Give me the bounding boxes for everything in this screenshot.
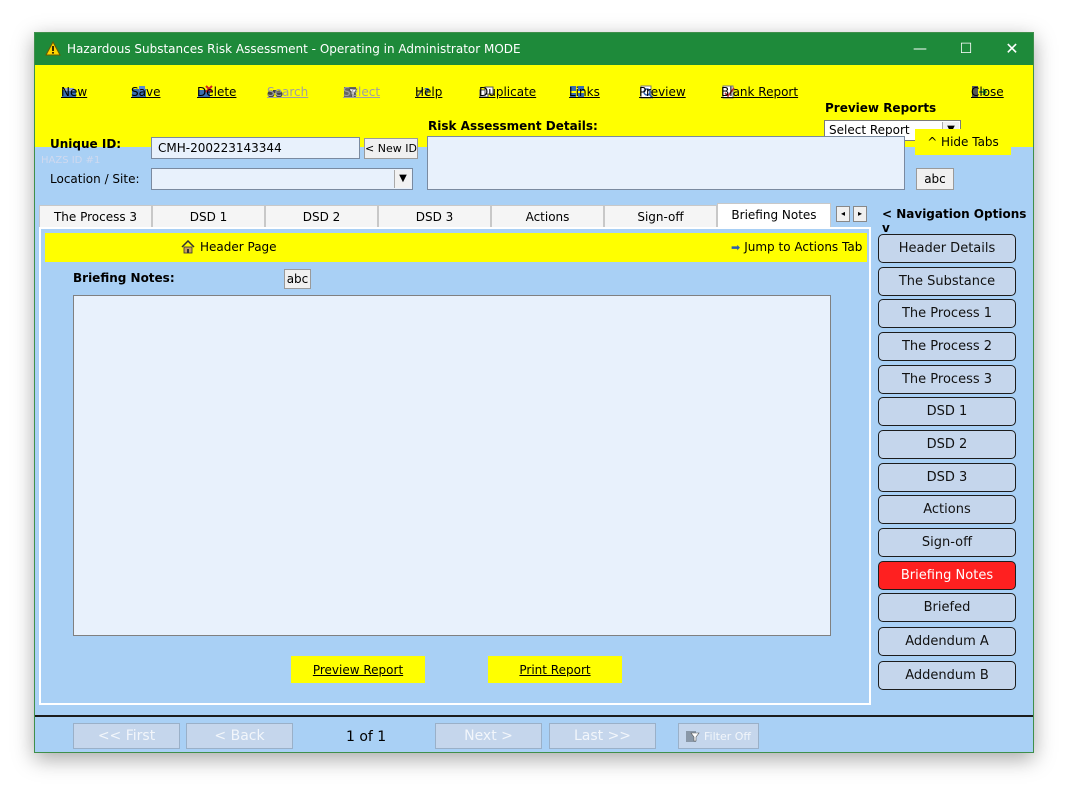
close-button[interactable]: Close xyxy=(971,79,1004,105)
search-button[interactable]: Search xyxy=(267,79,308,105)
nav-addendum-b[interactable]: Addendum B xyxy=(878,661,1016,690)
preview-button[interactable]: Preview xyxy=(639,79,686,105)
save-label: Save xyxy=(131,85,161,99)
nav-the-process-1[interactable]: The Process 1 xyxy=(878,299,1016,328)
nav-sign-off[interactable]: Sign-off xyxy=(878,528,1016,557)
nav-dsd-1[interactable]: DSD 1 xyxy=(878,397,1016,426)
header-page-label: Header Page xyxy=(200,240,277,254)
preview-report-label: Preview Report xyxy=(312,662,404,677)
close-label: Close xyxy=(971,85,1004,99)
new-button[interactable]: New xyxy=(61,79,87,105)
toolbar: New Save Delete Search Select ? Help Dup… xyxy=(35,65,1033,147)
tab-scroll-left-icon[interactable]: ◂ xyxy=(836,206,850,222)
tab-actions[interactable]: Actions xyxy=(491,205,604,227)
search-label: Search xyxy=(267,85,309,99)
header-page-link[interactable]: Header Page xyxy=(181,240,277,254)
nav-the-process-2[interactable]: The Process 2 xyxy=(878,332,1016,361)
briefing-notes-panel: Header Page ➡ Jump to Actions Tab Briefi… xyxy=(39,227,871,705)
tab-briefing-notes[interactable]: Briefing Notes xyxy=(717,203,831,227)
duplicate-button[interactable]: Duplicate xyxy=(479,79,536,105)
title-bar: Hazardous Substances Risk Assessment - O… xyxy=(35,33,1033,65)
links-label: Links xyxy=(569,85,600,99)
window-title: Hazardous Substances Risk Assessment - O… xyxy=(67,42,521,56)
tab-scroll-right-icon[interactable]: ▸ xyxy=(853,206,867,222)
select-button[interactable]: Select xyxy=(343,79,380,105)
bottom-divider xyxy=(35,715,1033,717)
nav-dsd-3[interactable]: DSD 3 xyxy=(878,463,1016,492)
filter-icon xyxy=(686,730,700,742)
duplicate-label: Duplicate xyxy=(479,85,537,99)
unique-id-label: Unique ID: xyxy=(50,137,122,151)
location-site-dropdown[interactable]: ▼ xyxy=(151,168,413,190)
save-button[interactable]: Save xyxy=(131,79,160,105)
chevron-down-icon[interactable]: ▼ xyxy=(394,170,411,188)
navigation-options-label[interactable]: < Navigation Options v xyxy=(882,207,1033,235)
tab-strip: The Process 3 DSD 1 DSD 2 DSD 3 Actions … xyxy=(39,203,866,227)
tab-the-process-3[interactable]: The Process 3 xyxy=(39,205,152,227)
select-report-value: Select Report xyxy=(829,123,910,137)
risk-details-label: Risk Assessment Details: xyxy=(428,119,598,133)
nav-briefing-notes[interactable]: Briefing Notes xyxy=(878,561,1016,590)
links-button[interactable]: Links xyxy=(569,79,600,105)
jump-to-actions-link[interactable]: ➡ Jump to Actions Tab xyxy=(731,240,862,254)
tab-dsd-1[interactable]: DSD 1 xyxy=(152,205,265,227)
panel-header-bar: Header Page ➡ Jump to Actions Tab xyxy=(45,233,867,262)
jump-to-actions-label: Jump to Actions Tab xyxy=(744,240,863,254)
previous-record-button[interactable]: < Back xyxy=(186,723,293,749)
briefing-notes-textarea[interactable] xyxy=(73,295,831,636)
new-label: New xyxy=(61,85,88,99)
print-report-button[interactable]: Print Report xyxy=(488,656,622,683)
nav-briefed[interactable]: Briefed xyxy=(878,593,1016,622)
nav-addendum-a[interactable]: Addendum A xyxy=(878,627,1016,656)
app-window: Hazardous Substances Risk Assessment - O… xyxy=(34,32,1034,753)
nav-the-process-3[interactable]: The Process 3 xyxy=(878,365,1016,394)
first-record-button[interactable]: << First xyxy=(73,723,180,749)
next-record-button[interactable]: Next > xyxy=(435,723,542,749)
filter-off-button[interactable]: Filter Off xyxy=(678,723,759,749)
briefing-notes-label: Briefing Notes: xyxy=(73,271,175,285)
home-icon xyxy=(181,240,195,254)
arrow-right-icon: ➡ xyxy=(731,240,741,254)
blank-report-label: Blank Report xyxy=(721,85,799,99)
tab-dsd-3[interactable]: DSD 3 xyxy=(378,205,491,227)
risk-details-textarea[interactable] xyxy=(427,136,905,190)
delete-label: Delete xyxy=(197,85,237,99)
tab-dsd-2[interactable]: DSD 2 xyxy=(265,205,378,227)
window-close-button[interactable]: ✕ xyxy=(989,33,1033,65)
print-report-label: Print Report xyxy=(519,662,591,677)
delete-button[interactable]: Delete xyxy=(197,79,236,105)
help-button[interactable]: ? Help xyxy=(415,79,442,105)
blank-report-button[interactable]: Blank Report xyxy=(721,79,798,105)
select-label: Select xyxy=(343,85,381,99)
spellcheck-button[interactable]: abc xyxy=(916,168,954,190)
help-label: Help xyxy=(415,85,443,99)
record-position: 1 of 1 xyxy=(346,729,387,745)
warning-icon xyxy=(45,41,61,56)
tab-sign-off[interactable]: Sign-off xyxy=(604,205,717,227)
minimize-button[interactable]: — xyxy=(897,33,943,65)
nav-dsd-2[interactable]: DSD 2 xyxy=(878,430,1016,459)
preview-label: Preview xyxy=(639,85,686,99)
nav-actions[interactable]: Actions xyxy=(878,495,1016,524)
location-label: Location / Site: xyxy=(50,172,140,186)
nav-header-details[interactable]: Header Details xyxy=(878,234,1016,263)
new-id-button[interactable]: < New ID xyxy=(364,138,418,159)
notes-spellcheck-button[interactable]: abc xyxy=(284,269,311,289)
hide-tabs-button[interactable]: ^ Hide Tabs xyxy=(915,129,1011,155)
maximize-button[interactable]: ☐ xyxy=(943,33,989,65)
preview-report-button[interactable]: Preview Report xyxy=(291,656,425,683)
filter-off-label: Filter Off xyxy=(704,729,751,743)
nav-the-substance[interactable]: The Substance xyxy=(878,267,1016,296)
record-id-label: HAZS ID #1 xyxy=(41,155,101,166)
last-record-button[interactable]: Last >> xyxy=(549,723,656,749)
preview-reports-label: Preview Reports xyxy=(825,101,937,115)
unique-id-field[interactable]: CMH-200223143344 xyxy=(151,137,360,159)
